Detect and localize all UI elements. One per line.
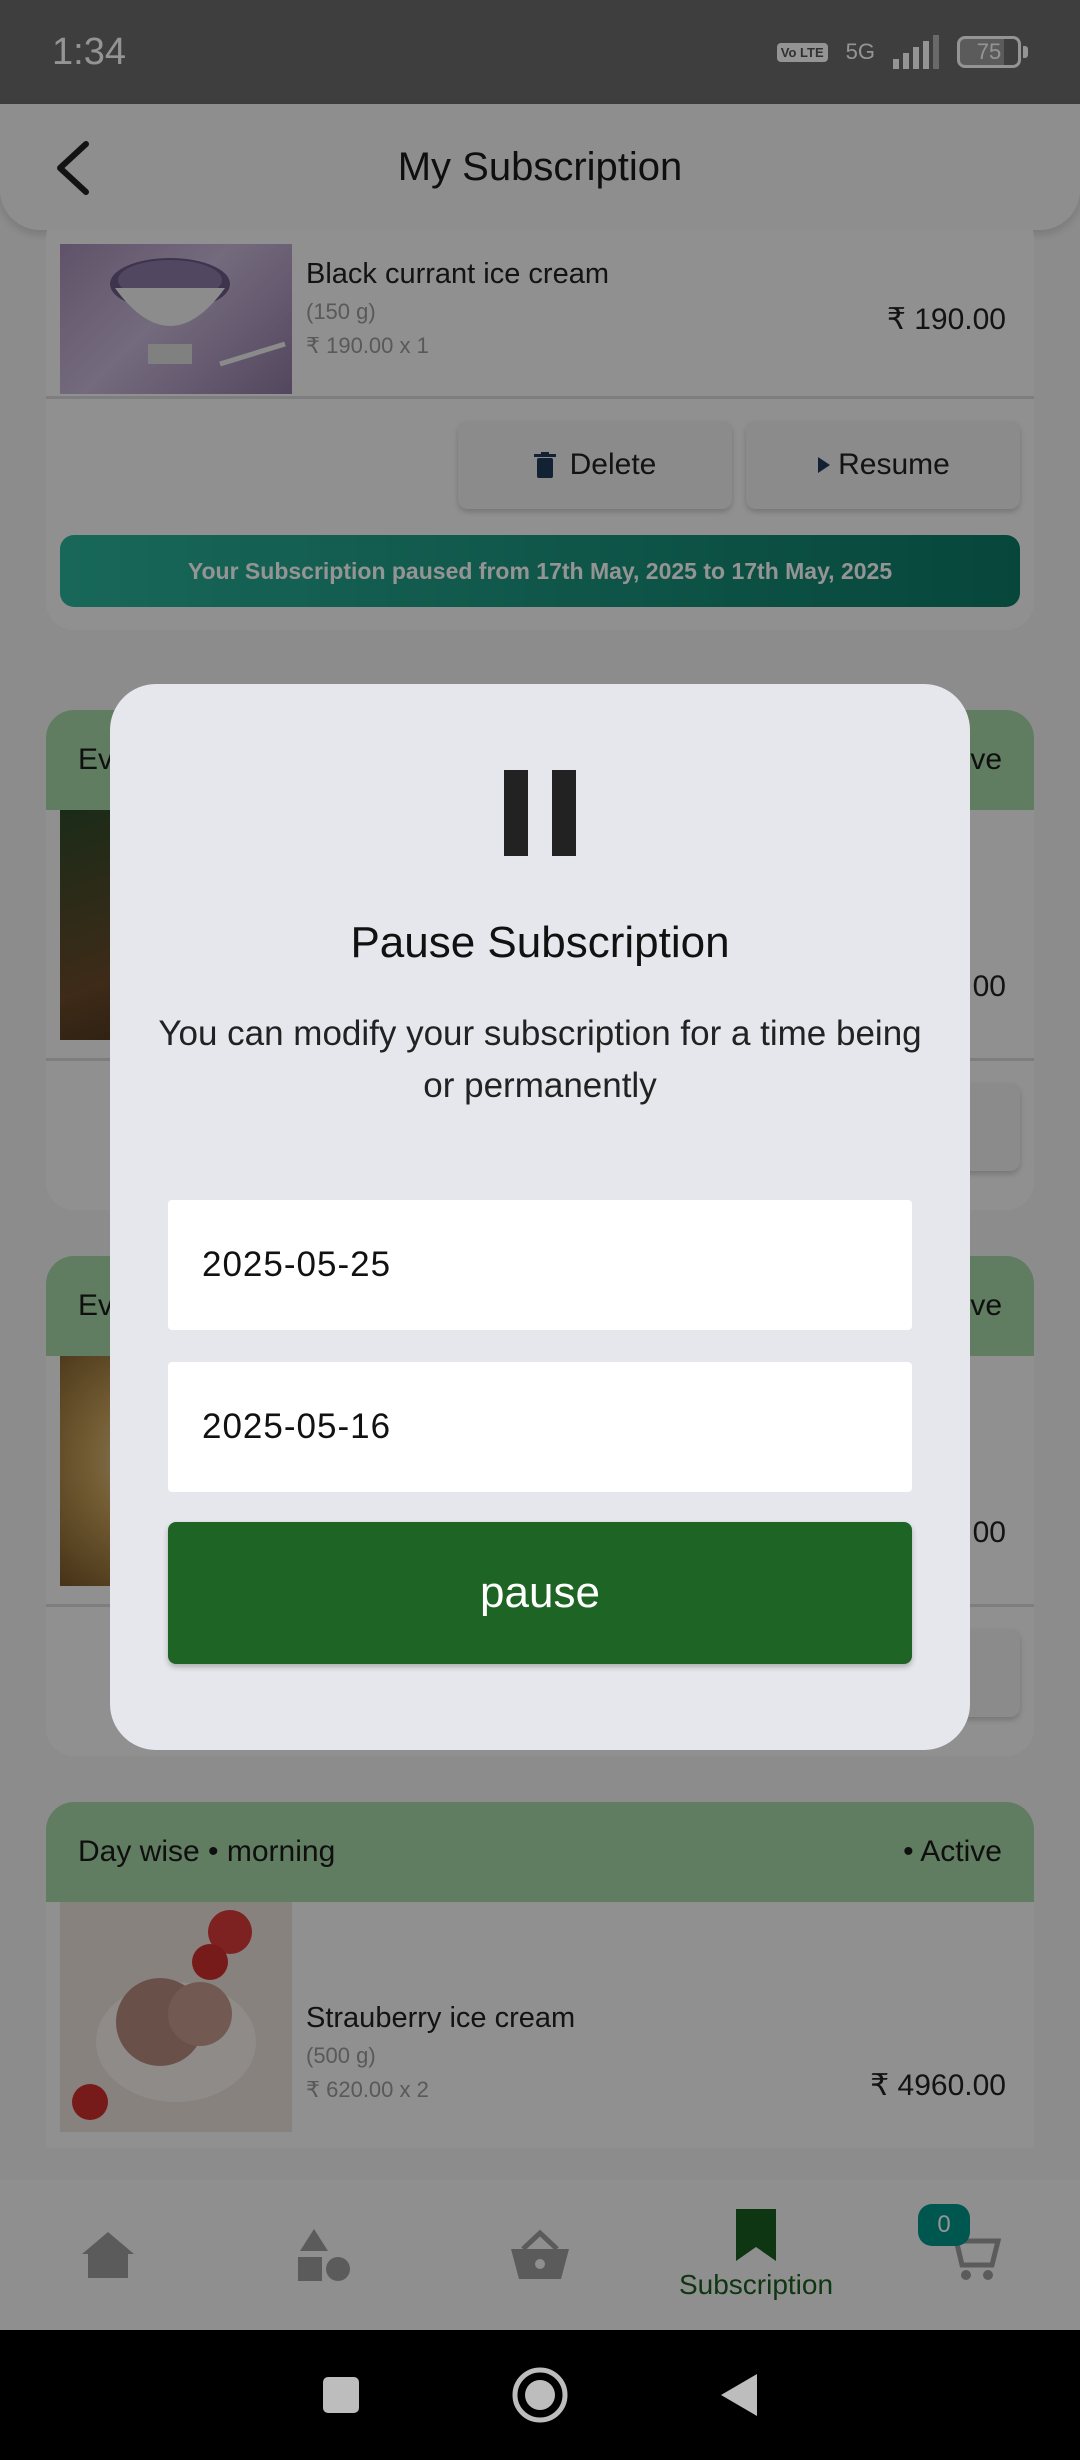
pause-dialog: Pause Subscription You can modify your s…	[110, 684, 970, 1750]
home-circle-icon[interactable]	[511, 2366, 569, 2424]
dialog-title: Pause Subscription	[350, 918, 730, 967]
recents-icon[interactable]	[321, 2375, 361, 2415]
pause-icon	[504, 770, 576, 856]
start-date-field[interactable]: 2025-05-25	[168, 1200, 912, 1330]
back-triangle-icon[interactable]	[719, 2372, 759, 2418]
dialog-message: You can modify your subscription for a t…	[158, 1014, 922, 1105]
pause-button[interactable]: pause	[168, 1522, 912, 1664]
end-date-field[interactable]: 2025-05-16	[168, 1362, 912, 1492]
system-nav-bar	[0, 2330, 1080, 2460]
